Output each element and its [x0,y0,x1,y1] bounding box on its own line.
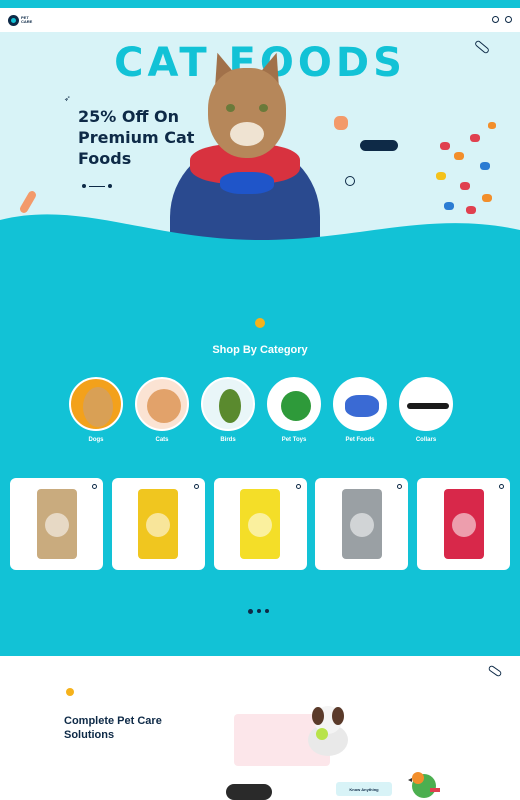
know-anything-button[interactable]: Know Anything [336,782,392,796]
paw-icon [66,688,74,696]
category-label: Pet Toys [281,437,307,443]
category-label: Dogs [88,437,104,443]
pager-dot[interactable] [257,609,261,613]
wishlist-icon[interactable] [92,484,97,489]
product-image-frame [111,478,205,570]
hero-heading: 25% Off On Premium Cat Foods [78,107,195,168]
product-card[interactable] [10,478,103,576]
wishlist-icon[interactable] [295,484,301,489]
hero-shop-now-button[interactable] [360,140,398,151]
food-bag-image [36,489,77,559]
logo-text-line-2: CARE [21,19,33,24]
cat-icon [135,377,189,431]
product-list [10,478,510,576]
product-pager[interactable] [248,609,269,614]
paw-logo-icon [8,14,19,26]
category-item-collars[interactable]: Collars [399,377,453,443]
food-bowl-icon [333,377,387,431]
product-card[interactable] [213,478,307,576]
product-card[interactable] [315,478,409,576]
hero-slider-dots[interactable] [82,184,112,188]
parrot-image [408,772,440,798]
product-image-frame [315,478,409,570]
header-actions [492,16,512,23]
site-logo[interactable]: PET CARE [8,14,42,26]
food-bag-image [240,489,280,559]
dog-icon [69,377,123,431]
product-card[interactable] [417,478,510,576]
category-item-pet-foods[interactable]: Pet Foods [333,377,387,443]
product-image-frame [417,478,510,570]
food-bag-image [443,489,484,559]
category-item-birds[interactable]: Birds [201,377,255,443]
category-label: Cats [155,437,169,443]
pet-bed-image [226,784,272,800]
wishlist-icon[interactable] [397,484,403,489]
category-label: Pet Foods [345,437,375,443]
site-header: PET CARE [0,8,520,32]
category-list: Dogs Cats Birds Pet Toys Pet Foods Colla… [69,377,453,443]
logo-text: PET CARE [21,16,32,24]
wishlist-icon[interactable] [193,484,199,489]
pet-care-section: Complete Pet Care Solutions Know Anythin… [0,656,520,800]
dog-image [308,706,348,756]
product-image-frame [10,478,103,570]
pager-dot[interactable] [265,609,269,613]
product-image-frame [213,478,307,570]
toy-ball-icon [267,377,321,431]
treat-icon [334,116,348,130]
wishlist-icon[interactable] [499,484,504,489]
category-item-dogs[interactable]: Dogs [69,377,123,443]
swoosh-icon: ➶ [64,94,71,103]
pager-dot[interactable] [248,609,253,614]
paw-badge-icon [345,176,355,186]
search-icon[interactable] [492,16,499,23]
collar-icon [399,377,453,431]
bird-icon [201,377,255,431]
food-bag-image [138,489,179,559]
food-bag-image [341,489,382,559]
care-title: Complete Pet Care Solutions [64,715,162,741]
category-item-cats[interactable]: Cats [135,377,189,443]
bone-icon [487,664,503,678]
category-item-pet-toys[interactable]: Pet Toys [267,377,321,443]
category-label: Birds [220,437,236,443]
section-title: Shop By Category [212,344,308,356]
product-card[interactable] [111,478,205,576]
paw-icon [255,318,265,328]
category-label: Collars [415,437,437,443]
cart-icon[interactable] [505,16,512,23]
top-ticker-bar [0,0,520,8]
